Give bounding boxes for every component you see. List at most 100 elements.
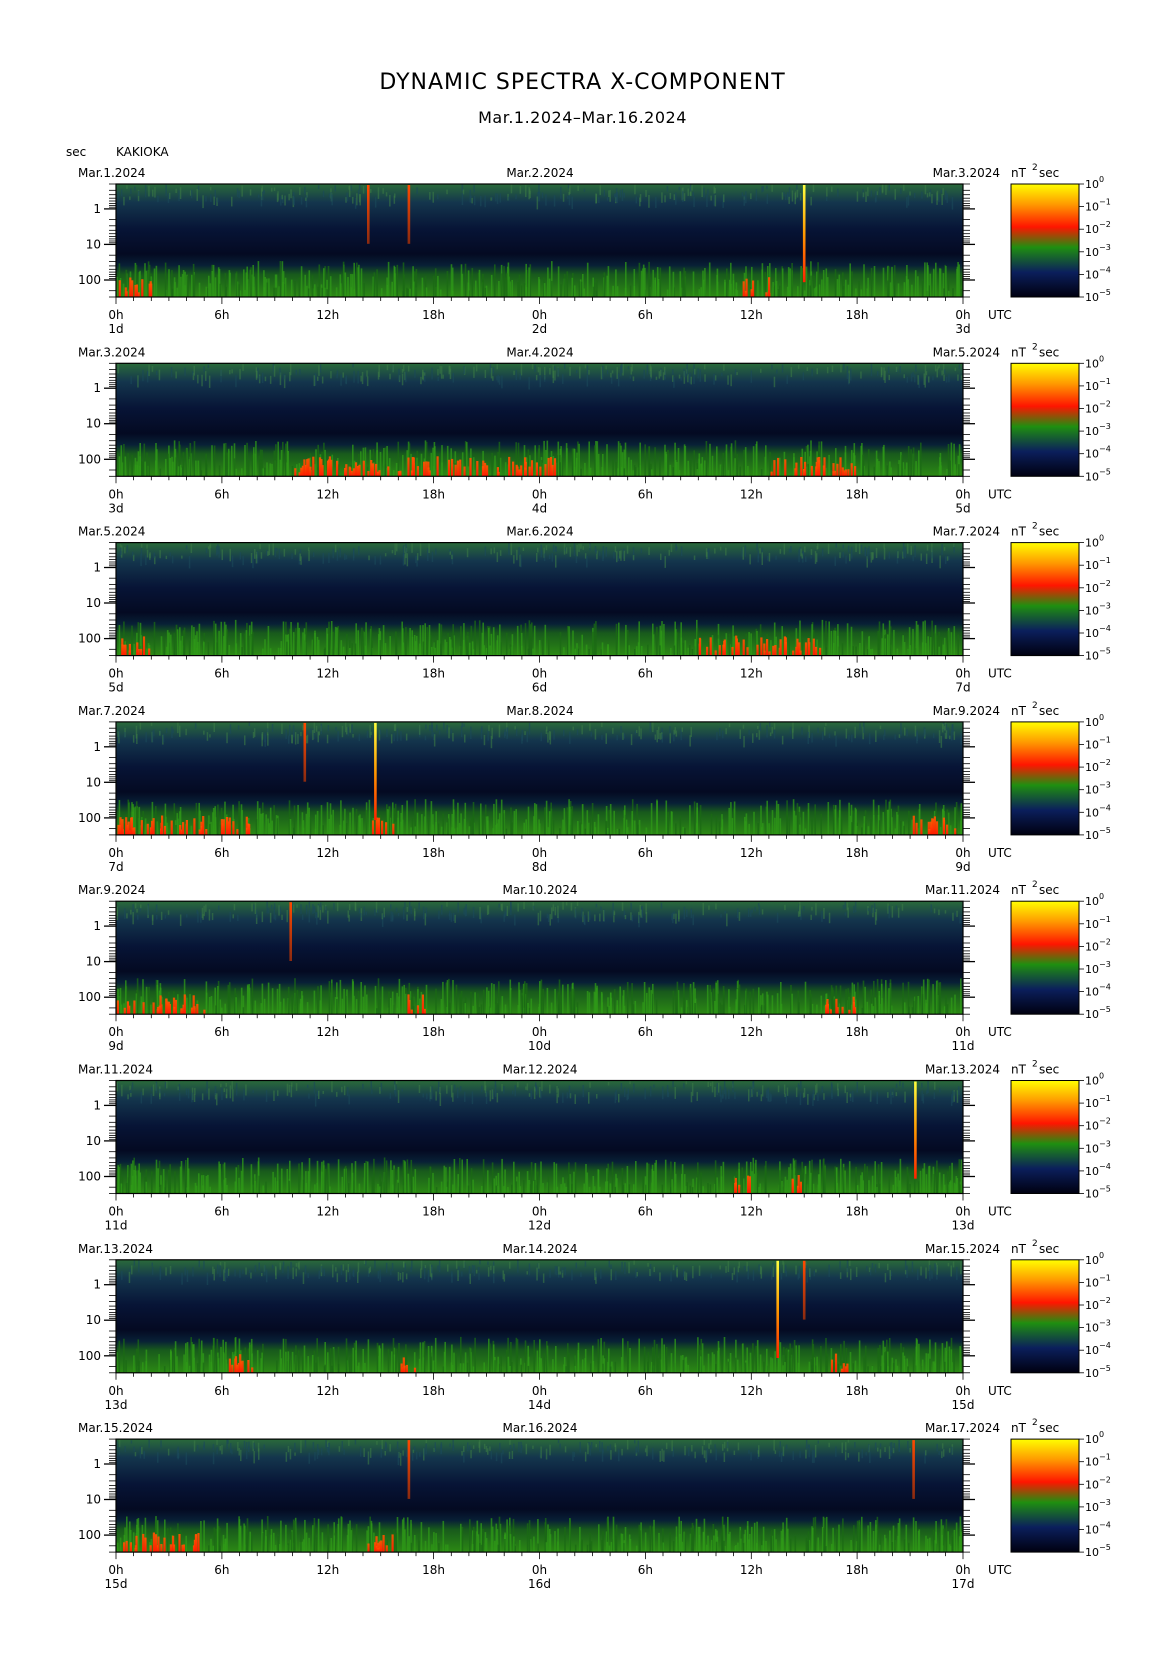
texture-mark — [828, 733, 831, 738]
x-axis: 0h 6h 12h 18h 0h 6h 12h 18h 0h UTC5d 6d 7d — [108, 655, 1012, 695]
texture-mark — [448, 978, 450, 1015]
texture-mark — [821, 279, 823, 297]
texture-mark — [924, 376, 926, 388]
activity-mark — [375, 463, 378, 477]
texture-mark — [277, 647, 280, 656]
texture-mark — [197, 185, 200, 190]
texture-mark — [594, 914, 596, 922]
texture-mark — [368, 555, 370, 561]
texture-mark — [376, 909, 379, 914]
texture-mark — [943, 547, 946, 551]
texture-mark — [638, 726, 640, 737]
texture-mark — [615, 623, 618, 656]
texture-mark — [779, 818, 782, 835]
texture-mark — [305, 622, 308, 656]
texture-mark — [358, 908, 361, 914]
texture-mark — [438, 1081, 440, 1092]
texture-mark — [686, 909, 688, 918]
texture-mark — [130, 1089, 132, 1093]
texture-mark — [379, 999, 381, 1015]
texture-mark — [267, 818, 269, 835]
activity-mark — [410, 470, 414, 477]
texture-mark — [576, 544, 578, 557]
texture-mark — [188, 556, 191, 569]
texture-mark — [430, 647, 433, 656]
texture-mark — [945, 730, 948, 739]
activity-mark — [773, 460, 776, 477]
panel-start-date: Mar.11.2024 — [78, 1063, 153, 1077]
x-tick-label: 0h — [532, 667, 547, 681]
texture-mark — [245, 630, 248, 656]
activity-mark — [123, 1007, 126, 1015]
texture-mark — [917, 624, 919, 656]
texture-mark — [356, 262, 358, 297]
activity-mark — [428, 470, 431, 477]
texture-mark — [694, 368, 696, 375]
texture-mark — [439, 1093, 442, 1106]
texture-mark — [148, 986, 150, 1015]
texture-mark — [946, 193, 948, 203]
texture-mark — [394, 803, 397, 835]
texture-mark — [324, 287, 326, 297]
texture-mark — [422, 371, 424, 381]
texture-mark — [871, 1003, 873, 1015]
texture-mark — [169, 552, 171, 557]
texture-mark — [707, 189, 709, 195]
colorbar-tick-label: 10 — [1085, 559, 1099, 572]
texture-mark — [252, 555, 254, 569]
texture-mark — [579, 366, 581, 379]
texture-mark — [182, 270, 185, 297]
texture-mark — [249, 189, 252, 196]
texture-mark — [821, 1086, 824, 1093]
texture-mark — [365, 911, 368, 915]
texture-mark — [395, 636, 398, 656]
texture-mark — [721, 1004, 723, 1015]
texture-mark — [553, 195, 556, 207]
texture-mark — [448, 727, 450, 739]
y-tick-label: 10 — [86, 955, 101, 969]
texture-mark — [747, 466, 749, 477]
texture-mark — [345, 555, 348, 560]
texture-mark — [160, 636, 163, 656]
texture-mark — [159, 468, 162, 477]
texture-mark — [895, 366, 898, 372]
texture-mark — [917, 996, 920, 1015]
texture-mark — [206, 1081, 208, 1094]
colorbar-tick-exponent: −1 — [1099, 198, 1111, 207]
texture-mark — [430, 801, 433, 835]
texture-mark — [359, 194, 361, 206]
texture-mark — [269, 463, 272, 477]
texture-mark — [175, 188, 177, 193]
activity-mark — [784, 459, 787, 477]
activity-mark — [794, 468, 797, 477]
texture-mark — [921, 191, 923, 199]
activity-mark — [742, 281, 745, 297]
texture-mark — [406, 914, 408, 921]
texture-mark — [814, 287, 817, 297]
texture-mark — [357, 990, 360, 1015]
texture-mark — [235, 375, 237, 388]
texture-mark — [289, 819, 292, 835]
texture-mark — [353, 370, 355, 383]
texture-mark — [156, 821, 158, 835]
texture-mark — [209, 734, 211, 738]
activity-mark — [483, 462, 487, 477]
texture-mark — [912, 372, 914, 377]
texture-mark — [907, 543, 909, 554]
texture-mark — [318, 1090, 320, 1099]
texture-mark — [292, 192, 295, 205]
activity-mark — [535, 462, 538, 477]
texture-mark — [434, 268, 437, 297]
texture-mark — [601, 642, 604, 656]
texture-mark — [708, 905, 710, 910]
colorbar-tick-label: 10 — [1085, 604, 1099, 617]
texture-mark — [632, 376, 635, 382]
texture-mark — [652, 722, 654, 733]
texture-mark — [356, 193, 358, 206]
texture-mark — [840, 816, 843, 835]
x-axis-timezone: UTC — [988, 487, 1012, 501]
texture-mark — [175, 457, 178, 477]
texture-mark — [271, 820, 273, 835]
texture-mark — [754, 281, 756, 297]
texture-mark — [279, 367, 281, 376]
